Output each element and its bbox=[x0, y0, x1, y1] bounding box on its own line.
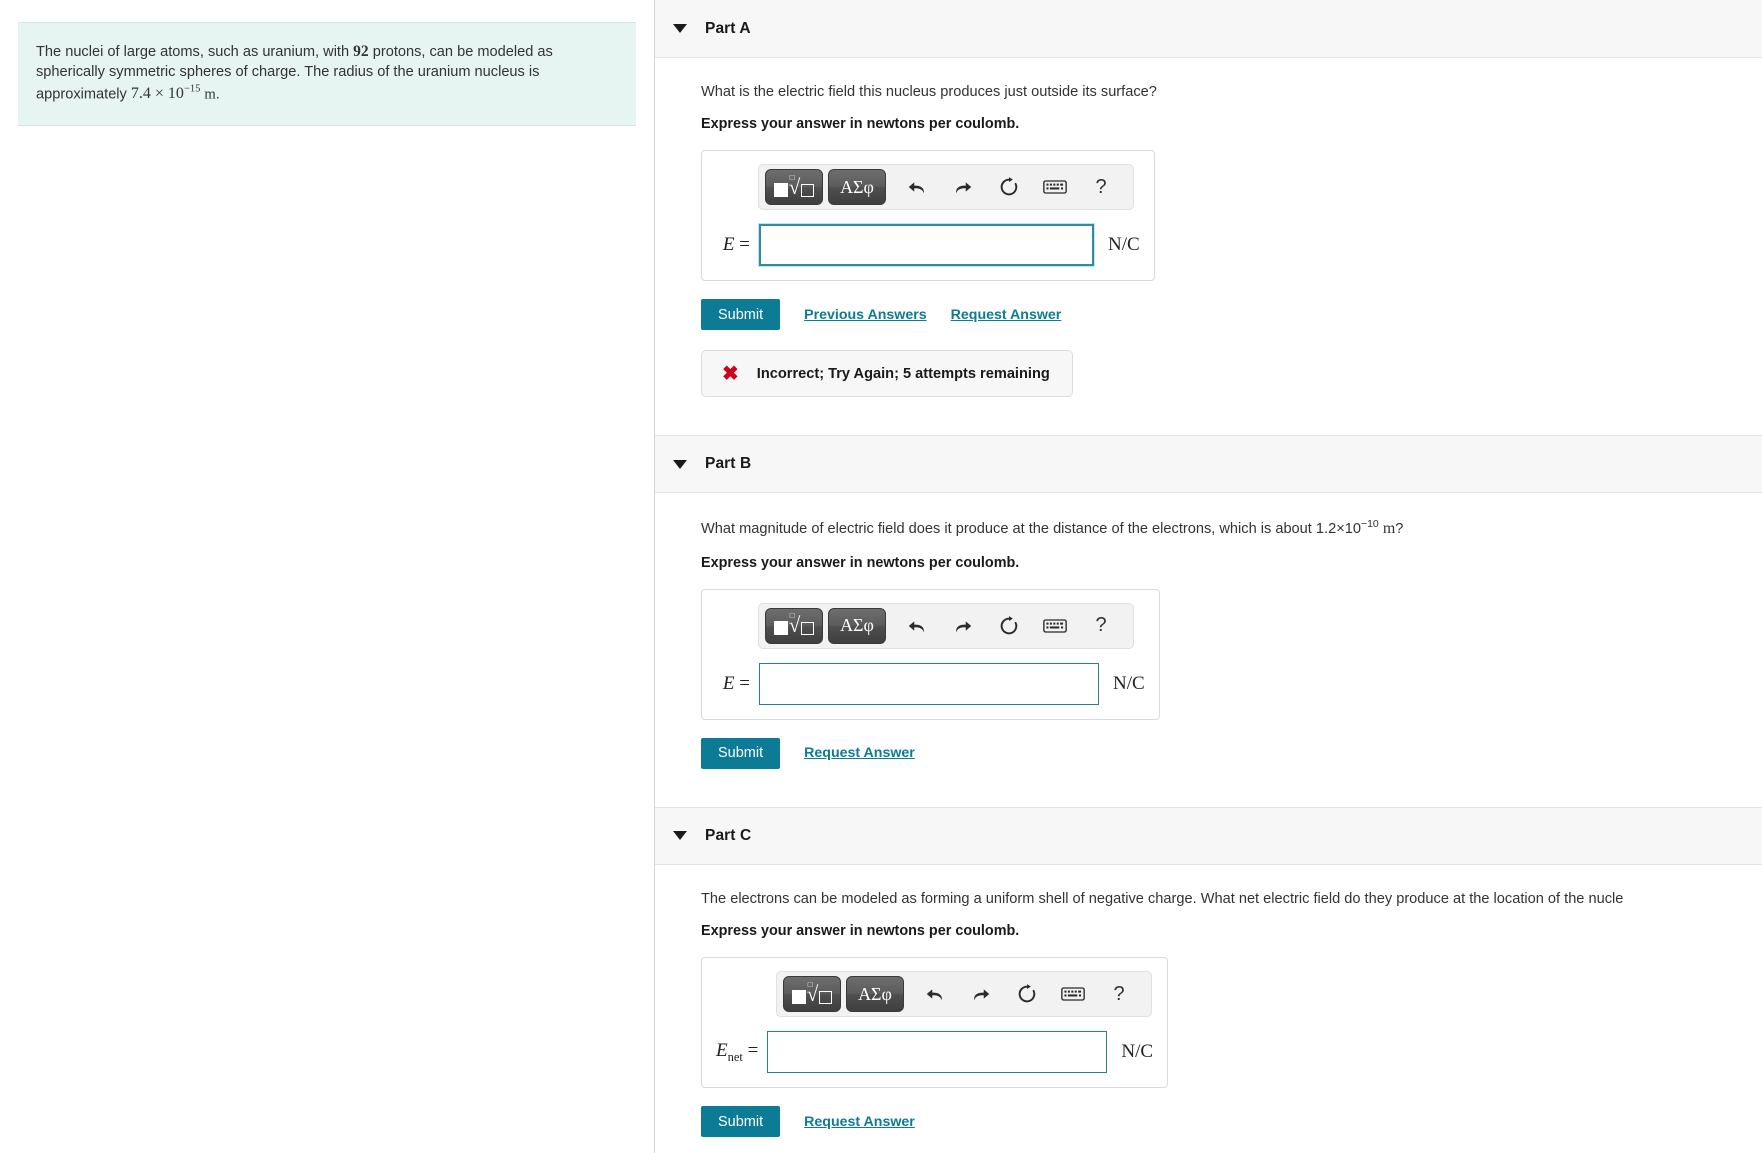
part-title-b: Part B bbox=[705, 455, 752, 473]
part-b-question: What magnitude of electric field does it… bbox=[701, 518, 1404, 538]
part-a-variable-label: E = bbox=[722, 234, 750, 256]
template-picker-button-c[interactable]: □ √ bbox=[783, 976, 841, 1013]
template-picker-button-a[interactable]: □ √ bbox=[765, 169, 823, 206]
undo-icon-c[interactable] bbox=[915, 974, 955, 1014]
problem-statement-box: The nuclei of large atoms, such as urani… bbox=[18, 22, 636, 126]
part-c-submit-row: Submit Request Answer bbox=[701, 1106, 1762, 1138]
request-answer-link-a[interactable]: Request Answer bbox=[951, 307, 1062, 323]
help-icon-a[interactable]: ? bbox=[1081, 167, 1121, 207]
part-c-unit: N/C bbox=[1121, 1041, 1154, 1063]
greek-letters-button-a[interactable]: ΑΣφ bbox=[828, 169, 886, 206]
part-b-submit-row: Submit Request Answer bbox=[701, 737, 1762, 769]
part-a-unit: N/C bbox=[1108, 234, 1140, 256]
reset-icon-b[interactable] bbox=[989, 606, 1029, 646]
part-header-a[interactable]: Part A bbox=[655, 0, 1762, 58]
submit-button-a[interactable]: Submit bbox=[701, 299, 781, 331]
part-a-instruction: Express your answer in newtons per coulo… bbox=[701, 116, 1020, 133]
part-body-a: What is the electric field this nucleus … bbox=[655, 82, 1762, 398]
redo-icon-b[interactable] bbox=[943, 606, 983, 646]
part-c-entry-row: Enet = N/C bbox=[716, 1031, 1154, 1074]
parts-pane: Part A What is the electric field this n… bbox=[655, 0, 1762, 1153]
previous-answers-link-a[interactable]: Previous Answers bbox=[804, 307, 927, 323]
help-icon-b[interactable]: ? bbox=[1081, 606, 1121, 646]
redo-icon-c[interactable] bbox=[961, 974, 1001, 1014]
greek-letters-button-c[interactable]: ΑΣφ bbox=[846, 976, 904, 1013]
keyboard-icon-a[interactable] bbox=[1035, 167, 1075, 207]
part-b-variable-label: E = bbox=[722, 672, 750, 694]
part-c-answer-input[interactable] bbox=[767, 1031, 1108, 1074]
x-mark-icon-a: ✖ bbox=[722, 362, 739, 385]
greek-letters-button-b[interactable]: ΑΣφ bbox=[828, 607, 886, 644]
part-c-instruction: Express your answer in newtons per coulo… bbox=[701, 923, 1020, 940]
undo-icon-b[interactable] bbox=[897, 606, 937, 646]
chevron-down-icon-c[interactable] bbox=[673, 831, 687, 841]
part-a-answer-input[interactable] bbox=[759, 224, 1094, 267]
statement-period: . bbox=[215, 85, 220, 102]
part-c-question: The electrons can be modeled as forming … bbox=[701, 890, 1624, 907]
keyboard-icon-c[interactable] bbox=[1053, 974, 1093, 1014]
template-glyph-icon-a: □ √ bbox=[773, 173, 815, 198]
template-glyph-icon-c: □ √ bbox=[791, 980, 833, 1005]
template-glyph-icon-b: □ √ bbox=[773, 612, 815, 636]
part-a-feedback-text: Incorrect; Try Again; 5 attempts remaini… bbox=[756, 365, 1050, 382]
part-b-entry-row: E = N/C bbox=[716, 662, 1145, 705]
part-b-answer-input[interactable] bbox=[759, 662, 1099, 705]
problem-statement-pane: The nuclei of large atoms, such as urani… bbox=[0, 0, 655, 1153]
part-b-distance-value: 1.2×10 bbox=[1315, 521, 1361, 538]
part-a-submit-row: Submit Previous Answers Request Answer bbox=[701, 299, 1762, 331]
part-body-b: What magnitude of electric field does it… bbox=[655, 517, 1762, 769]
part-title-a: Part A bbox=[705, 19, 751, 37]
protons-count: 92 bbox=[353, 43, 369, 60]
part-c-answer-box: □ √ ΑΣφ ? Enet = N/C bbox=[701, 957, 1169, 1089]
chevron-down-icon-a[interactable] bbox=[673, 24, 687, 33]
reset-icon-a[interactable] bbox=[989, 167, 1029, 207]
submit-button-b[interactable]: Submit bbox=[701, 737, 781, 769]
template-picker-button-b[interactable]: □ √ bbox=[765, 607, 823, 644]
part-a-entry-row: E = N/C bbox=[716, 224, 1140, 267]
redo-icon-a[interactable] bbox=[943, 167, 983, 207]
help-icon-c[interactable]: ? bbox=[1099, 974, 1139, 1014]
math-toolbar-a: □ √ ΑΣφ ? bbox=[758, 164, 1134, 211]
request-answer-link-b[interactable]: Request Answer bbox=[804, 745, 915, 761]
undo-icon-a[interactable] bbox=[897, 167, 937, 207]
reset-icon-c[interactable] bbox=[1007, 974, 1047, 1014]
homework-page: The nuclei of large atoms, such as urani… bbox=[0, 0, 1762, 1153]
submit-button-c[interactable]: Submit bbox=[701, 1106, 781, 1138]
nucleus-radius-value: 7.4 × 10−15 bbox=[130, 83, 201, 102]
part-body-c: The electrons can be modeled as forming … bbox=[655, 889, 1762, 1138]
part-b-instruction: Express your answer in newtons per coulo… bbox=[701, 554, 1020, 571]
part-header-b[interactable]: Part B bbox=[655, 435, 1762, 494]
keyboard-icon-b[interactable] bbox=[1035, 606, 1075, 646]
nucleus-radius-unit: m bbox=[204, 85, 216, 102]
statement-text-1: The nuclei of large atoms, such as urani… bbox=[36, 44, 354, 60]
part-b-answer-box: □ √ ΑΣφ ? E = N/C bbox=[701, 588, 1160, 720]
part-b-unit: N/C bbox=[1113, 672, 1145, 694]
part-c-variable-label: Enet = bbox=[716, 1039, 759, 1064]
part-a-feedback: ✖ Incorrect; Try Again; 5 attempts remai… bbox=[701, 350, 1073, 398]
request-answer-link-c[interactable]: Request Answer bbox=[804, 1114, 915, 1130]
chevron-down-icon-b[interactable] bbox=[673, 459, 687, 469]
part-b-distance-unit: m bbox=[1382, 520, 1396, 538]
part-title-c: Part C bbox=[705, 826, 752, 844]
part-b-distance-exponent: −10 bbox=[1360, 518, 1379, 531]
math-toolbar-b: □ √ ΑΣφ ? bbox=[758, 602, 1134, 649]
part-a-answer-box: □ √ ΑΣφ ? E = N/C bbox=[701, 150, 1155, 282]
math-toolbar-c: □ √ ΑΣφ ? bbox=[776, 971, 1152, 1018]
part-header-c[interactable]: Part C bbox=[655, 806, 1762, 865]
part-a-question: What is the electric field this nucleus … bbox=[701, 84, 1157, 100]
